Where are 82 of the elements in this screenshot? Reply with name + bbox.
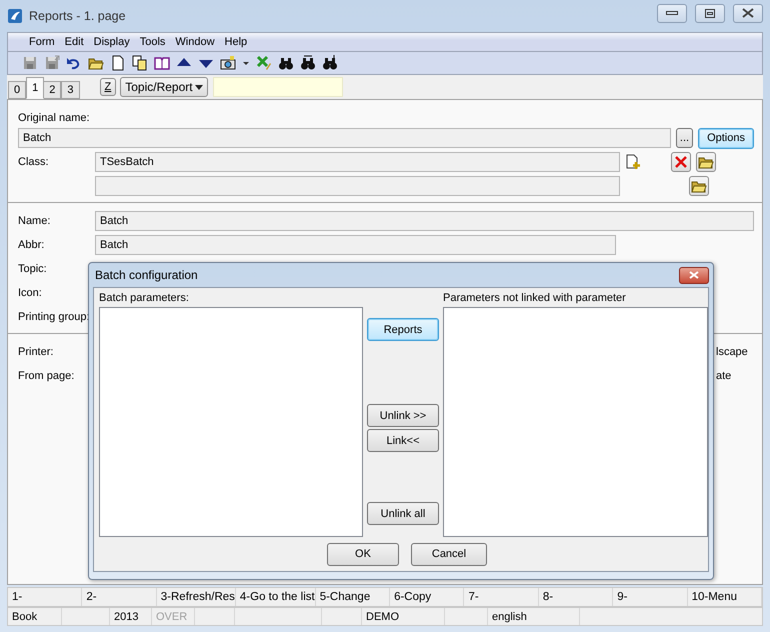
open-folder-button[interactable] xyxy=(696,152,716,172)
camera-icon[interactable] xyxy=(220,55,236,71)
maximize-button[interactable] xyxy=(695,4,725,22)
function-key[interactable]: 9- xyxy=(613,588,688,606)
menu-item[interactable]: Edit xyxy=(60,36,89,48)
ok-button[interactable]: OK xyxy=(327,542,399,566)
menu-item[interactable]: Window xyxy=(170,36,220,48)
cancel-button[interactable]: Cancel xyxy=(411,542,487,566)
field-label: Abbr: xyxy=(18,239,46,251)
binoculars-icon[interactable] xyxy=(300,55,316,71)
dialog-button[interactable]: Link<< xyxy=(367,429,439,452)
name-field[interactable]: Batch xyxy=(95,211,754,231)
dialog-button[interactable]: Unlink >> xyxy=(367,404,439,427)
topic-dropdown[interactable]: Topic/Report xyxy=(120,77,208,97)
binoculars-icon[interactable] xyxy=(278,55,294,71)
field-label: Name: xyxy=(18,215,52,227)
function-key[interactable]: 6-Copy xyxy=(390,588,464,606)
dialog-button[interactable]: Unlink all xyxy=(367,502,439,525)
window-title: Reports - 1. page xyxy=(29,9,127,23)
book-icon[interactable] xyxy=(154,55,170,71)
status-cell: DEMO xyxy=(362,608,445,625)
function-key[interactable]: 1- xyxy=(8,588,82,606)
save-icon[interactable] xyxy=(22,55,38,71)
page-tab[interactable]: 2 xyxy=(43,81,62,99)
app-logo-icon xyxy=(7,8,23,24)
option-label: ate xyxy=(716,370,732,382)
function-key[interactable]: 4-Go to the list xyxy=(236,588,316,606)
function-key[interactable]: 5-Change xyxy=(316,588,390,606)
original-name-field[interactable]: Batch xyxy=(18,128,671,148)
field-label: Class: xyxy=(18,156,50,168)
caret-icon xyxy=(195,84,204,90)
field-label: Original name: xyxy=(18,112,91,124)
menu-item[interactable]: Form xyxy=(24,36,60,48)
open-folder-button[interactable] xyxy=(689,176,709,196)
page-tab[interactable]: 3 xyxy=(61,81,80,99)
close-icon xyxy=(689,271,699,279)
list-label: Parameters not linked with parameter xyxy=(443,292,627,304)
status-cell: english xyxy=(488,608,580,625)
undo-icon[interactable] xyxy=(66,55,82,71)
copy-pages-icon[interactable] xyxy=(132,55,148,71)
add-page-icon[interactable] xyxy=(625,154,641,170)
field-label: Printer: xyxy=(18,346,54,358)
save-as-icon[interactable] xyxy=(44,55,60,71)
delete-button[interactable] xyxy=(671,152,691,172)
status-cell: 2013 xyxy=(110,608,152,625)
maximize-icon xyxy=(705,8,715,18)
field-label: Topic: xyxy=(18,263,48,275)
option-label: lscape xyxy=(716,346,748,358)
close-icon xyxy=(742,8,754,18)
field-label: Icon: xyxy=(18,287,43,299)
class-extra-field[interactable] xyxy=(95,176,620,196)
page-tab[interactable]: 1 xyxy=(26,77,44,99)
field-label: From page: xyxy=(18,370,76,382)
z-button[interactable]: Z xyxy=(100,78,116,96)
close-icon xyxy=(674,155,688,169)
new-page-icon[interactable] xyxy=(110,55,126,71)
status-cell: OVER xyxy=(152,608,195,625)
field-label: Printing group: xyxy=(18,311,90,323)
dialog-button[interactable]: Reports xyxy=(367,318,439,341)
dialog-title: Batch configuration xyxy=(95,268,198,282)
minimize-icon xyxy=(666,10,678,16)
abbr-field[interactable]: Batch xyxy=(95,235,616,255)
menu-item[interactable]: Help xyxy=(220,36,252,48)
search-field[interactable] xyxy=(213,77,344,97)
function-key[interactable]: 7- xyxy=(464,588,539,606)
close-button[interactable] xyxy=(679,266,709,284)
binoculars-icon[interactable] xyxy=(322,55,338,71)
function-key[interactable]: 10-Menu xyxy=(688,588,762,606)
spreadsheet-export-icon[interactable] xyxy=(256,55,272,71)
status-cell: Book xyxy=(8,608,62,625)
list-label: Batch parameters: xyxy=(99,292,190,304)
class-field[interactable]: TSesBatch xyxy=(95,152,620,172)
menu-item[interactable]: Display xyxy=(88,36,135,48)
page-tab[interactable]: 0 xyxy=(8,81,26,99)
options-button[interactable]: Options xyxy=(698,128,754,148)
menu-item[interactable]: Tools xyxy=(134,36,170,48)
function-key[interactable]: 2- xyxy=(82,588,157,606)
browse-button[interactable]: ... xyxy=(676,128,694,148)
function-key[interactable]: 3-Refresh/Res xyxy=(156,588,236,606)
close-button[interactable] xyxy=(733,4,763,22)
function-key[interactable]: 8- xyxy=(538,588,614,606)
minimize-button[interactable] xyxy=(657,4,687,22)
